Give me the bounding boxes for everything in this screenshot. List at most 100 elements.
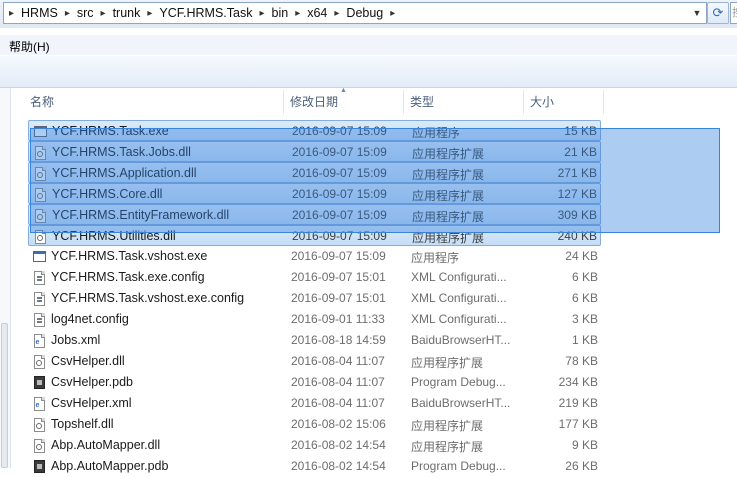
file-size: 240 KB: [557, 229, 597, 243]
file-size: 3 KB: [571, 312, 598, 326]
file-size: 24 KB: [565, 249, 598, 263]
file-row[interactable]: YCF.HRMS.Task.vshost.exe.config 2016-09-0…: [28, 288, 601, 309]
file-type: 应用程序扩展: [412, 210, 485, 224]
search-input[interactable]: 搜: [730, 2, 737, 24]
refresh-icon: ⟳: [712, 5, 724, 20]
dll-icon: [32, 417, 46, 432]
dll-icon: [33, 166, 47, 181]
file-name: Jobs.xml: [51, 333, 101, 347]
breadcrumb-chevron-icon[interactable]: ▸: [333, 8, 340, 19]
file-row[interactable]: YCF.HRMS.EntityFramework.dll 2016-09-07 1…: [28, 204, 601, 225]
breadcrumb-item[interactable]: HRMS: [15, 6, 64, 20]
file-date: 2016-08-04 11:07: [291, 375, 385, 389]
address-bar[interactable]: ▸ HRMS ▸ src ▸ trunk ▸ YCF.HRMS.Task ▸ bin ▸ x64 ▸ D…: [3, 2, 707, 24]
file-row[interactable]: YCF.HRMS.Task.exe 2016-09-07 15:09 应用程序 15 …: [28, 120, 601, 141]
column-header-size[interactable]: 大小: [524, 90, 604, 114]
file-name: CsvHelper.dll: [51, 354, 125, 368]
breadcrumb-item[interactable]: src: [71, 6, 100, 20]
file-size: 6 KB: [571, 270, 598, 284]
file-row[interactable]: log4net.config 2016-09-01 11:33 XML Config…: [28, 309, 601, 330]
file-row[interactable]: YCF.HRMS.Task.vshost.exe 2016-09-07 15:09…: [28, 246, 601, 267]
menu-bar: 帮助(H): [0, 35, 737, 55]
file-size: 15 KB: [564, 124, 597, 138]
dll-icon: [32, 354, 46, 369]
column-header-type[interactable]: 类型: [404, 90, 524, 114]
file-row[interactable]: e Jobs.xml 2016-08-18 14:59 BaiduBrowserHT.…: [28, 330, 601, 351]
dll-icon: [33, 208, 47, 223]
column-header-date-label: 修改日期: [290, 95, 339, 109]
file-name: YCF.HRMS.EntityFramework.dll: [52, 208, 230, 222]
dll-icon: [33, 187, 47, 202]
file-type: 应用程序扩展: [411, 356, 484, 370]
breadcrumb-chevron-icon[interactable]: ▸: [258, 8, 265, 19]
file-row[interactable]: CsvHelper.pdb 2016-08-04 11:07 Program Deb…: [28, 372, 601, 393]
file-type: BaiduBrowserHT...: [411, 396, 511, 410]
file-row[interactable]: YCF.HRMS.Application.dll 2016-09-07 15:09…: [28, 162, 601, 183]
file-name: Abp.AutoMapper.pdb: [51, 459, 169, 473]
breadcrumb-root-chevron-icon[interactable]: ▸: [8, 8, 15, 19]
file-name: CsvHelper.pdb: [51, 375, 133, 389]
file-size: 9 KB: [571, 438, 598, 452]
file-type: BaiduBrowserHT...: [411, 333, 511, 347]
breadcrumb-chevron-icon[interactable]: ▸: [100, 8, 107, 19]
column-header-name-label: 名称: [30, 95, 55, 109]
command-toolbar: [0, 56, 737, 88]
dll-icon: [33, 229, 47, 244]
navigation-scrollbar[interactable]: [1, 323, 8, 468]
file-type: 应用程序扩展: [411, 440, 484, 454]
config-icon: [32, 270, 46, 285]
file-row[interactable]: YCF.HRMS.Utilities.dll 2016-09-07 15:09 应用…: [28, 225, 601, 246]
column-header-name[interactable]: 名称: [24, 90, 284, 114]
refresh-button[interactable]: ⟳: [707, 2, 729, 24]
menu-help[interactable]: 帮助(H): [9, 38, 50, 55]
file-date: 2016-09-07 15:01: [291, 291, 386, 305]
config-icon: [32, 312, 46, 327]
file-name: YCF.HRMS.Task.vshost.exe.config: [51, 291, 245, 305]
breadcrumb-chevron-icon[interactable]: ▸: [294, 8, 301, 19]
file-name: YCF.HRMS.Task.Jobs.dll: [52, 145, 191, 159]
file-name: YCF.HRMS.Application.dll: [52, 166, 197, 180]
dll-icon: [32, 438, 46, 453]
file-row[interactable]: Abp.AutoMapper.dll 2016-08-02 14:54 应用程序扩展…: [28, 435, 601, 456]
breadcrumb-chevron-icon[interactable]: ▸: [64, 8, 71, 19]
dll-icon: [33, 145, 47, 160]
file-size: 127 KB: [557, 187, 597, 201]
exe-icon: [33, 124, 47, 139]
breadcrumb-chevron-icon[interactable]: ▸: [146, 8, 153, 19]
file-row[interactable]: YCF.HRMS.Task.exe.config 2016-09-07 15:01…: [28, 267, 601, 288]
file-type: 应用程序: [411, 251, 460, 265]
breadcrumb-item[interactable]: bin: [266, 6, 295, 20]
breadcrumb-item[interactable]: trunk: [107, 6, 147, 20]
file-type: 应用程序扩展: [412, 168, 485, 182]
file-type: 应用程序: [412, 126, 461, 140]
file-name: YCF.HRMS.Task.vshost.exe: [51, 249, 208, 263]
search-placeholder: 搜: [732, 7, 737, 19]
file-row[interactable]: CsvHelper.dll 2016-08-04 11:07 应用程序扩展 78 KB: [28, 351, 601, 372]
file-row[interactable]: Abp.AutoMapper.pdb 2016-08-02 14:54 Progra…: [28, 456, 601, 477]
xml-icon: e: [32, 396, 46, 411]
file-type: 应用程序扩展: [412, 189, 485, 203]
pdb-icon: [32, 459, 46, 474]
breadcrumb-item[interactable]: Debug: [340, 6, 389, 20]
file-date: 2016-08-02 14:54: [291, 438, 386, 452]
file-date: 2016-09-07 15:09: [292, 187, 387, 201]
file-row[interactable]: e CsvHelper.xml 2016-08-04 11:07 BaiduBrows…: [28, 393, 601, 414]
file-date: 2016-09-01 11:33: [291, 312, 385, 326]
file-row[interactable]: Topshelf.dll 2016-08-02 15:06 应用程序扩展 177 KB: [28, 414, 601, 435]
address-history-dropdown-icon[interactable]: ▼: [688, 3, 706, 23]
column-header-size-label: 大小: [530, 95, 555, 109]
file-row[interactable]: YCF.HRMS.Task.Jobs.dll 2016-09-07 15:09 应用…: [28, 141, 601, 162]
file-size: 271 KB: [557, 166, 597, 180]
file-name: YCF.HRMS.Utilities.dll: [52, 229, 176, 243]
file-row[interactable]: YCF.HRMS.Core.dll 2016-09-07 15:09 应用程序扩展 1…: [28, 183, 601, 204]
file-date: 2016-08-02 14:54: [291, 459, 386, 473]
exe-icon: [32, 249, 46, 264]
breadcrumb-chevron-icon[interactable]: ▸: [389, 8, 396, 19]
breadcrumb-item[interactable]: x64: [301, 6, 333, 20]
file-date: 2016-09-07 15:09: [291, 249, 386, 263]
file-name: Abp.AutoMapper.dll: [51, 438, 161, 452]
file-size: 177 KB: [558, 417, 598, 431]
file-size: 26 KB: [565, 459, 598, 473]
breadcrumb-item[interactable]: YCF.HRMS.Task: [153, 6, 258, 20]
navigation-pane: [0, 88, 11, 468]
